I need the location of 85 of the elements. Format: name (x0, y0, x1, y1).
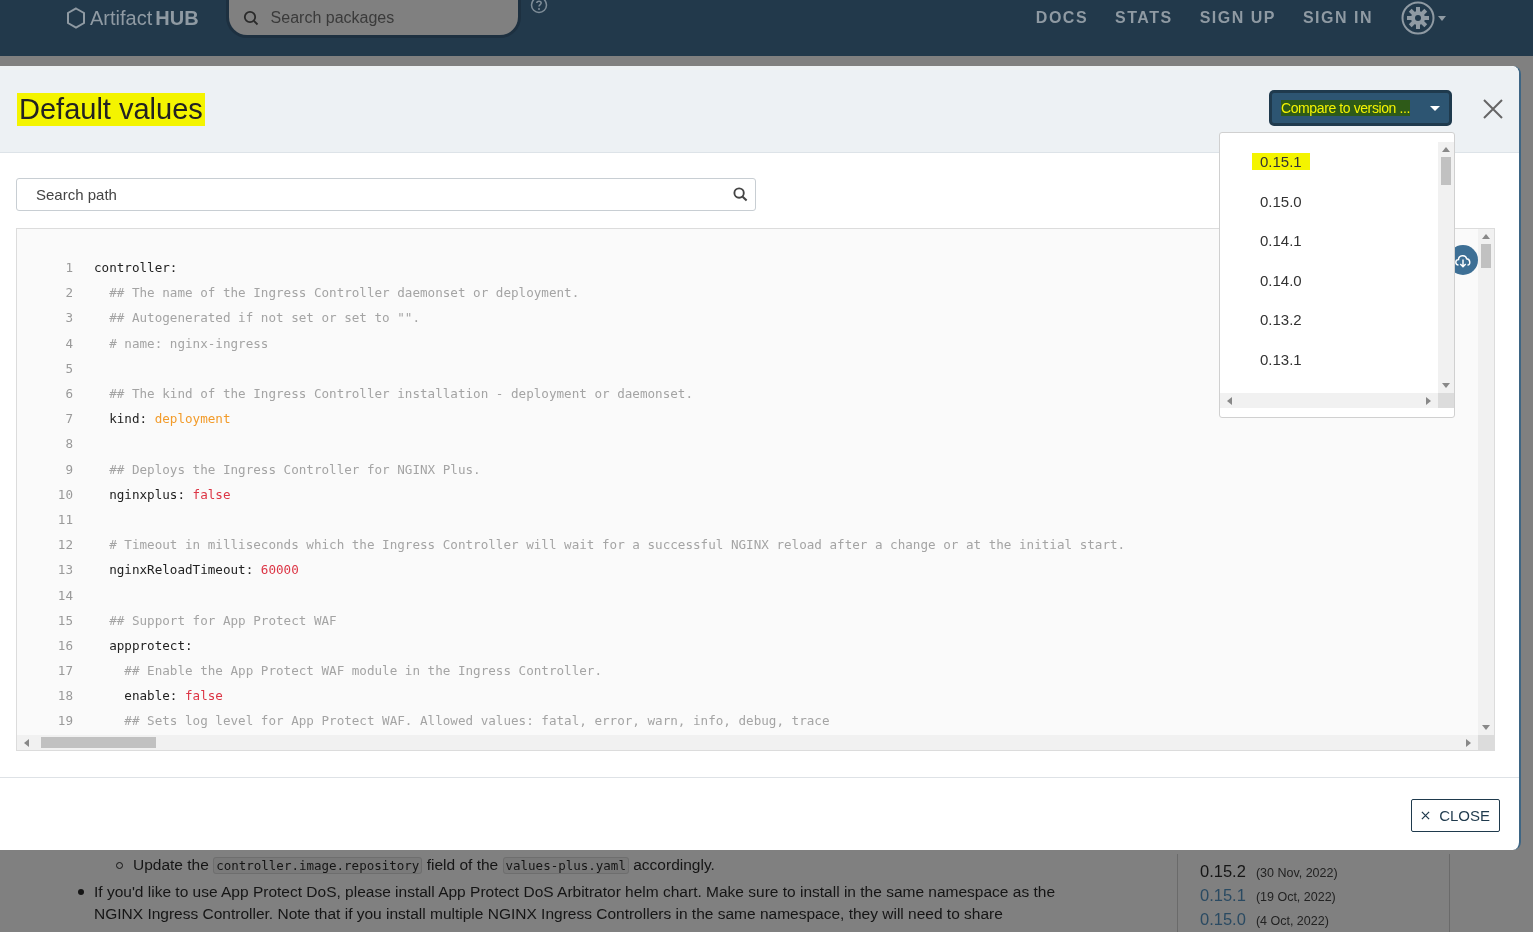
line-number: 19 (56, 713, 73, 729)
line-number: 9 (64, 461, 73, 477)
code-line: ## The name of the Ingress Controller daemonset or deployment. (108, 285, 580, 301)
nav-link[interactable]: DOCS (1035, 9, 1089, 27)
search-field[interactable]: Search path (16, 178, 756, 211)
search-icon (733, 187, 748, 202)
caret-icon (1438, 15, 1446, 21)
line-number: 11 (56, 511, 73, 527)
line-number: 6 (64, 386, 73, 402)
code-line: ## Support for App Protect WAF (108, 612, 337, 628)
dropdown-option[interactable]: 0.14.1 (1252, 232, 1310, 250)
code-line: ## Enable the App Protect WAF module in the Ingress Controller. (123, 663, 602, 679)
vertical-scrollbar[interactable] (1478, 229, 1494, 735)
nav-link[interactable]: SIGN UP (1199, 9, 1276, 27)
code-line: # name: nginx-ingress (108, 335, 269, 351)
line-number: 16 (56, 637, 73, 653)
code-line: enable: false (123, 688, 223, 704)
line-number: 1 (64, 260, 73, 276)
nav-link[interactable]: STATS (1115, 9, 1173, 27)
scroll-thumb[interactable] (1441, 157, 1451, 185)
search-icon (242, 9, 259, 26)
dropdown-option[interactable]: 0.15.0 (1252, 192, 1310, 210)
hexagon-logo-icon (66, 7, 86, 29)
line-number: 12 (56, 537, 73, 553)
scroll-thumb[interactable] (1481, 244, 1491, 268)
logo-text-bold[interactable]: HUB (155, 6, 199, 30)
vertical-scrollbar[interactable] (1438, 142, 1454, 393)
list-item-text: If you'd like to use App Protect DoS, please install App Protect DoS Arbitrator helm chart. Make sure to install in the same namespace as the NGINX Ingress Controller. Note that if you install multiple NGINX Ingress Controllers in the same namespace, they will need to share (94, 882, 1056, 924)
settings-button[interactable] (1401, 0, 1446, 36)
line-number: 8 (64, 436, 73, 452)
line-number: 4 (64, 335, 73, 351)
scroll-thumb[interactable] (41, 737, 156, 748)
modal-title: Default values (17, 92, 205, 126)
line-number: 3 (64, 310, 73, 326)
search-field[interactable]: Search packages (228, 0, 518, 35)
search-input[interactable]: Search packages (268, 7, 503, 28)
version-link[interactable]: 0.15.1 (1200, 886, 1246, 905)
scroll-left-arrow-icon[interactable] (24, 738, 29, 747)
code-line: kind: deployment (108, 411, 231, 427)
code-line: nginxReloadTimeout: 60000 (108, 562, 299, 578)
horizontal-scrollbar[interactable] (1220, 393, 1454, 408)
line-number: 14 (56, 587, 73, 603)
version-link[interactable]: 0.15.0 (1200, 910, 1246, 929)
close-button[interactable]: CLOSE (1411, 799, 1500, 832)
scroll-right-arrow-icon[interactable] (1466, 738, 1471, 747)
line-number: 2 (64, 285, 73, 301)
code-line: ## The kind of the Ingress Controller installation - deployment or daemonset. (108, 386, 693, 402)
version-date: (19 Oct, 2022) (1255, 890, 1336, 904)
code-line: ## Sets log level for App Protect WAF. Allowed values: fatal, error, warn, info, debug, trace (123, 713, 830, 729)
help-icon[interactable] (529, 0, 548, 14)
version-link[interactable]: 0.15.2 (1200, 862, 1246, 881)
caret-icon (1430, 105, 1440, 111)
code-line: ## Autogenerated if not set or set to "". (108, 310, 421, 326)
code-line: # Timeout in milliseconds which the Ingress Controller will wait for a successful NGINX reload after a change or at the initial start. (108, 537, 1126, 553)
dropdown-option[interactable]: 0.13.2 (1252, 311, 1310, 329)
code-line: nginxplus: false (108, 486, 231, 502)
line-number: 7 (64, 411, 73, 427)
version-date: (4 Oct, 2022) (1255, 914, 1329, 928)
nav-link[interactable]: SIGN IN (1302, 9, 1373, 27)
line-number: 13 (56, 562, 73, 578)
bullet-icon (78, 889, 84, 895)
line-number: 5 (64, 360, 73, 376)
close-icon (1421, 811, 1431, 820)
line-number: 17 (56, 663, 73, 679)
line-number: 15 (56, 612, 73, 628)
code-line: ## Deploys the Ingress Controller for NGINX Plus. (108, 461, 481, 477)
dropdown-option[interactable]: 0.15.1 (1252, 153, 1310, 171)
list-item-text: Update the controller.image.repository field of the values-plus.yaml accordingly. (133, 855, 715, 876)
close-icon[interactable] (1483, 99, 1503, 119)
scroll-down-arrow-icon[interactable] (1482, 725, 1490, 730)
line-number: 18 (56, 688, 73, 704)
compare-version-dropdown[interactable]: Compare to version ... (1271, 92, 1450, 124)
version-date: (30 Nov, 2022) (1255, 866, 1338, 880)
dropdown-option[interactable]: 0.13.1 (1252, 350, 1310, 368)
scroll-up-arrow-icon[interactable] (1442, 147, 1450, 152)
scroll-right-arrow-icon[interactable] (1426, 396, 1431, 405)
line-number: 10 (56, 486, 73, 502)
scroll-up-arrow-icon[interactable] (1482, 234, 1490, 239)
logo-text[interactable]: Artifact (90, 6, 153, 30)
code-line: controller: (94, 260, 178, 276)
horizontal-scrollbar[interactable] (17, 735, 1494, 750)
code-line: appprotect: (108, 637, 193, 653)
scroll-down-arrow-icon[interactable] (1442, 383, 1450, 388)
scroll-left-arrow-icon[interactable] (1227, 396, 1232, 405)
dropdown-option[interactable]: 0.14.0 (1252, 271, 1310, 289)
